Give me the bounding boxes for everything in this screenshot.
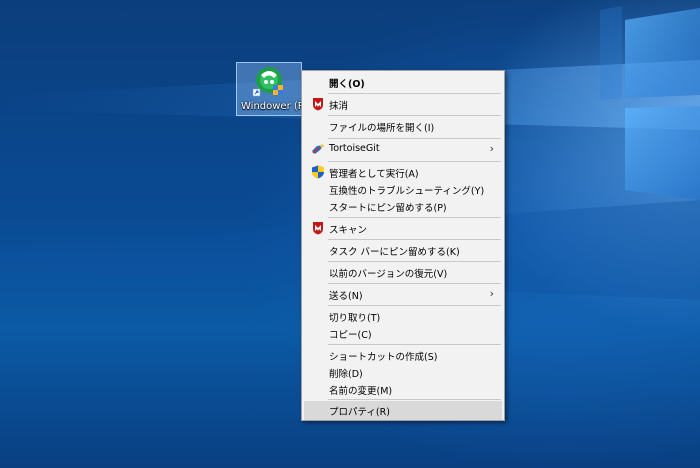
menu-item-label: タスク バーにピン留めする(K) [329, 247, 460, 258]
menu-item-label: 切り取り(T) [329, 313, 381, 324]
menu-item-label: ファイルの場所を開く(I) [329, 123, 435, 134]
mcafee-shield-icon [313, 222, 323, 235]
menu-item-rename[interactable]: 名前の変更(M) [304, 380, 502, 399]
menu-item-label: 開く(O) [329, 79, 365, 90]
menu-item-label: スキャン [329, 225, 368, 236]
menu-item-label: 管理者として実行(A) [329, 169, 419, 180]
menu-separator [328, 93, 501, 94]
menu-item-label: スタートにピン留めする(P) [329, 203, 447, 214]
menu-item-pin-to-start[interactable]: スタートにピン留めする(P) [304, 197, 502, 216]
menu-item-label: 送る(N) [329, 291, 363, 302]
menu-item-scan[interactable]: スキャン [304, 219, 502, 238]
menu-separator [328, 138, 501, 139]
menu-separator [328, 305, 501, 306]
menu-item-tortoisegit[interactable]: TortoiseGit › [304, 140, 502, 159]
uac-shield-icon [312, 165, 324, 179]
menu-item-shred[interactable]: 抹消 [304, 95, 502, 114]
menu-item-properties[interactable]: プロパティ(R) [304, 401, 502, 420]
menu-item-copy[interactable]: コピー(C) [304, 324, 502, 343]
menu-item-open-file-location[interactable]: ファイルの場所を開く(I) [304, 117, 502, 136]
menu-item-label: 以前のバージョンの復元(V) [329, 269, 448, 280]
mcafee-shield-icon [313, 98, 323, 111]
menu-separator [328, 283, 501, 284]
menu-separator [328, 239, 501, 240]
menu-item-pin-to-taskbar[interactable]: タスク バーにピン留めする(K) [304, 241, 502, 260]
desktop-shortcut-windower[interactable]: Windower (RO [236, 62, 313, 116]
menu-item-open[interactable]: 開く(O) [304, 73, 502, 92]
tortoisegit-icon [312, 144, 324, 154]
menu-item-label: TortoiseGit [329, 143, 380, 154]
menu-item-label: 互換性のトラブルシューティング(Y) [329, 186, 485, 197]
menu-item-label: コピー(C) [329, 330, 372, 341]
windower-app-icon [252, 67, 283, 97]
menu-separator [328, 261, 501, 262]
menu-item-restore-previous[interactable]: 以前のバージョンの復元(V) [304, 263, 502, 282]
menu-item-label: ショートカットの作成(S) [329, 352, 438, 363]
submenu-arrow-icon: › [489, 142, 494, 155]
menu-separator [328, 115, 501, 116]
menu-item-label: 抹消 [329, 101, 349, 112]
context-menu: 開く(O) 抹消 ファイルの場所を開く(I) TortoiseGit › 管理者… [301, 70, 505, 421]
menu-separator [328, 161, 501, 162]
menu-item-label: 名前の変更(M) [329, 386, 393, 397]
menu-separator [328, 344, 501, 345]
menu-item-label: 削除(D) [329, 369, 363, 380]
menu-separator [328, 399, 501, 400]
menu-separator [328, 217, 501, 218]
menu-item-label: プロパティ(R) [329, 407, 390, 418]
menu-item-send-to[interactable]: 送る(N) › [304, 285, 502, 304]
submenu-arrow-icon: › [489, 287, 494, 300]
